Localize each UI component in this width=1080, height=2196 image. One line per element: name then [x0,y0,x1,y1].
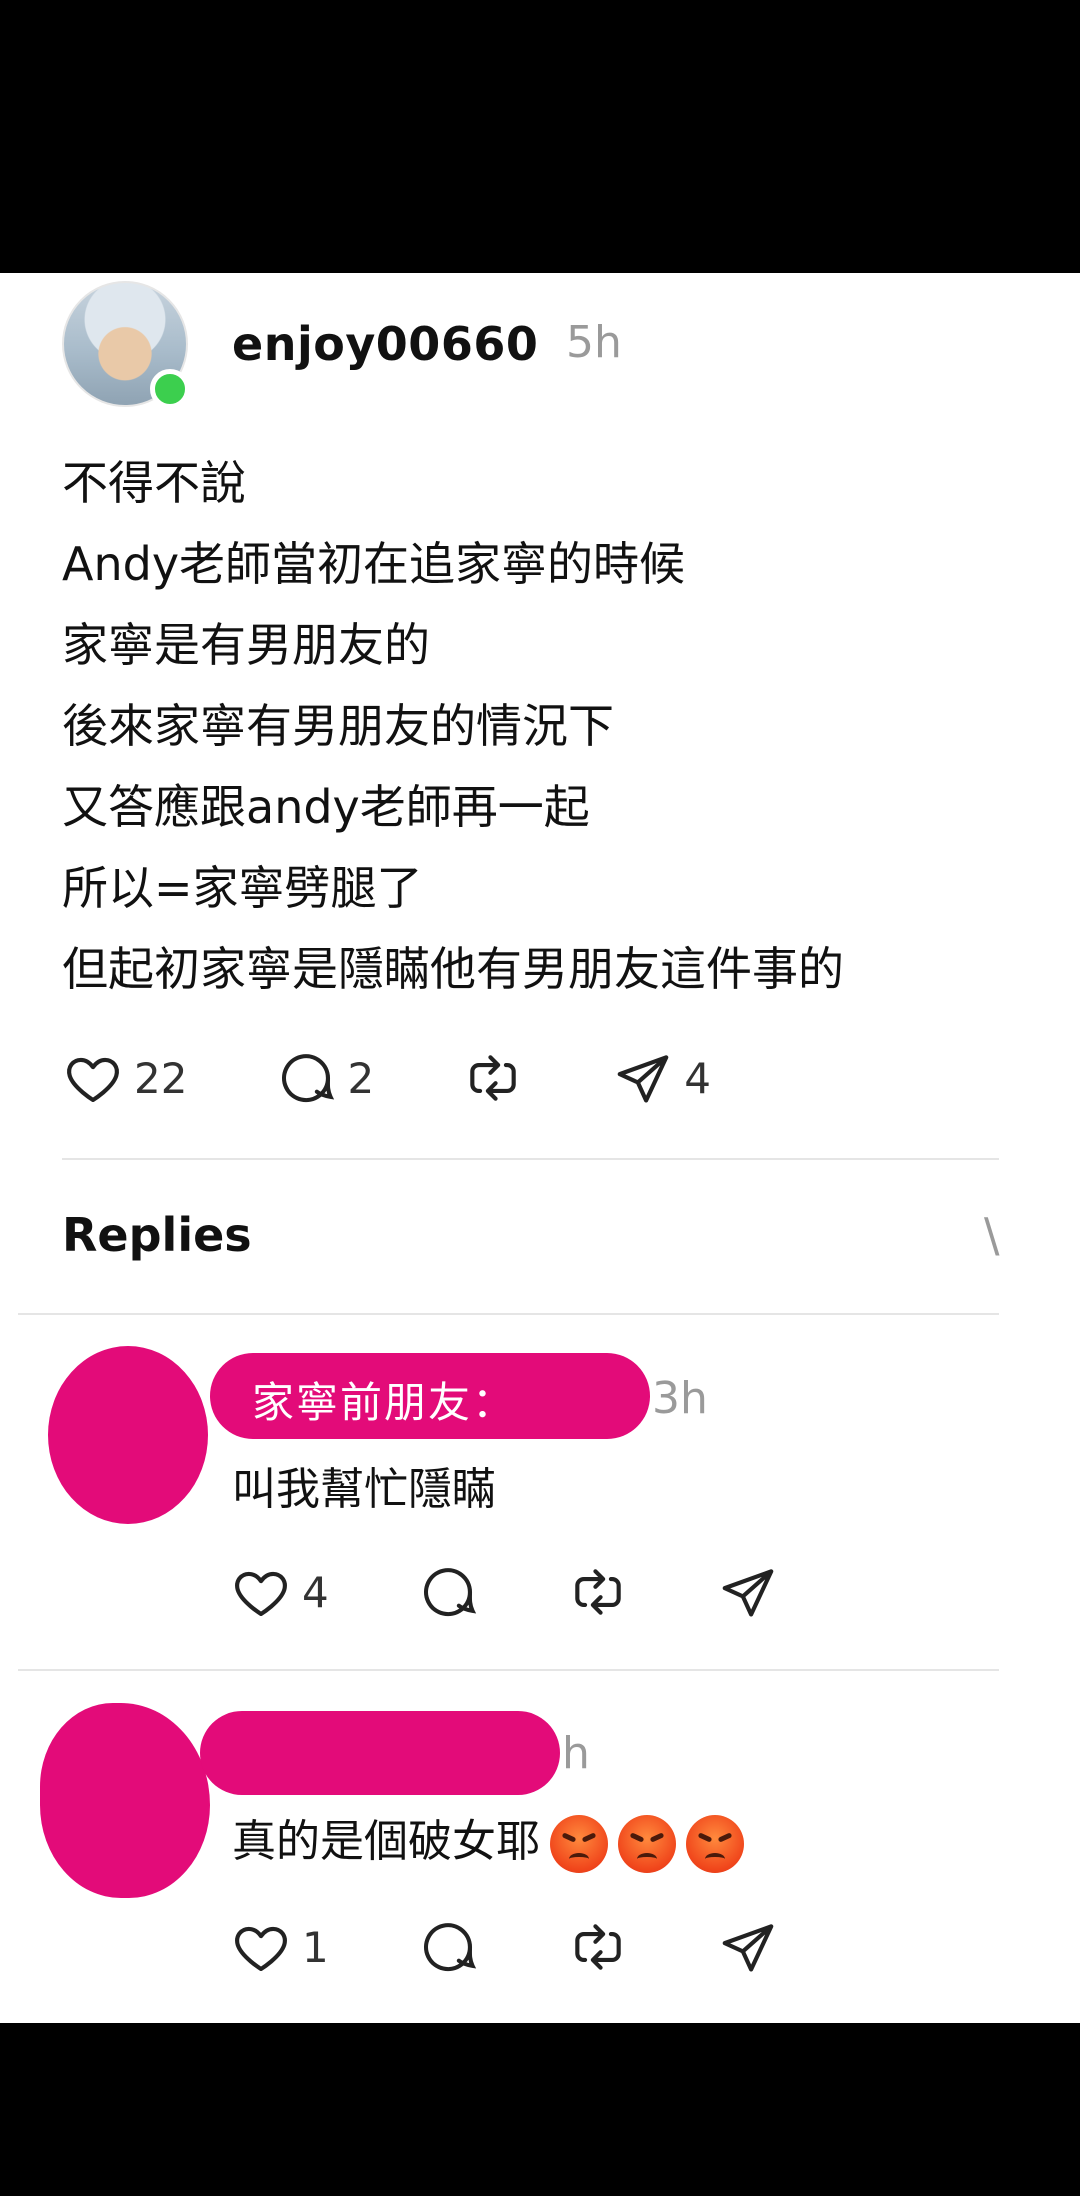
like-button[interactable]: 1 [230,1916,329,1978]
repost-icon [470,1055,516,1101]
comment-count: 2 [347,1053,375,1103]
pouting-face-icon [550,1815,608,1873]
comment-button[interactable]: 2 [275,1047,374,1109]
comment-icon [423,1568,476,1617]
reply-timestamp: h [562,1728,590,1779]
post-actions: 22 2 4 [62,1047,711,1109]
reply-text: 真的是個破女耶 [232,1805,744,1873]
comment-icon [282,1054,335,1103]
send-icon [722,1569,774,1617]
share-button[interactable] [717,1916,779,1978]
post-line: 不得不說 [62,456,246,510]
share-button[interactable] [717,1561,779,1623]
reply-timestamp: 3h [652,1373,708,1424]
repost-icon [575,1569,621,1615]
share-button[interactable]: 4 [612,1047,711,1109]
send-icon [617,1055,669,1103]
comment-icon [423,1923,476,1972]
post-timestamp: 5h [566,317,622,368]
reply-actions: 4 [230,1561,779,1623]
divider [18,1313,999,1315]
send-icon [722,1924,774,1972]
post-line: Andy老師當初在追家寧的時候 [62,537,686,591]
post-username[interactable]: enjoy00660 [232,317,538,371]
comment-button[interactable] [417,1561,479,1623]
post-line: 家寧是有男朋友的 [62,618,430,672]
reply-text: 叫我幫忙隱瞞 [232,1464,496,1515]
like-count: 22 [134,1053,188,1103]
divider [18,1669,999,1671]
heart-icon [235,1926,287,1972]
redaction-label: 家寧前朋友： [252,1378,517,1427]
like-count: 1 [302,1922,329,1972]
like-button[interactable]: 22 [62,1047,187,1109]
post-line: 但起初家寧是隱瞞他有男朋友這件事的 [62,942,844,996]
pouting-face-icon [686,1815,744,1873]
online-status-icon [150,369,190,409]
post-body: 不得不說 Andy老師當初在追家寧的時候 家寧是有男朋友的 後來家寧有男朋友的情… [62,443,1022,1010]
reply-actions: 1 [230,1916,779,1978]
view-activity-icon[interactable]: \ [984,1208,1000,1262]
redacted-username[interactable] [200,1711,560,1795]
post-line: 又答應跟andy老師再一起 [62,780,590,834]
post-line: 後來家寧有男朋友的情況下 [62,699,614,753]
thread-card: enjoy00660 5h 不得不說 Andy老師當初在追家寧的時候 家寧是有男… [0,273,1080,2023]
replies-title: Replies [62,1208,252,1262]
reply-text-content: 真的是個破女耶 [232,1816,540,1867]
divider [62,1158,999,1160]
like-count: 4 [302,1567,329,1617]
like-button[interactable]: 4 [230,1561,329,1623]
comment-button[interactable] [417,1916,479,1978]
repost-button[interactable] [567,1916,629,1978]
repost-button[interactable] [462,1047,524,1109]
share-count: 4 [684,1053,711,1103]
redacted-avatar[interactable] [40,1703,210,1898]
repost-icon [575,1924,621,1970]
heart-icon [67,1057,119,1103]
repost-button[interactable] [567,1561,629,1623]
redacted-avatar[interactable] [48,1346,208,1524]
post-line: 所以=家寧劈腿了 [62,861,423,915]
redacted-username[interactable]: 家寧前朋友： [210,1353,650,1439]
pouting-face-icon [618,1815,676,1873]
heart-icon [235,1571,287,1617]
